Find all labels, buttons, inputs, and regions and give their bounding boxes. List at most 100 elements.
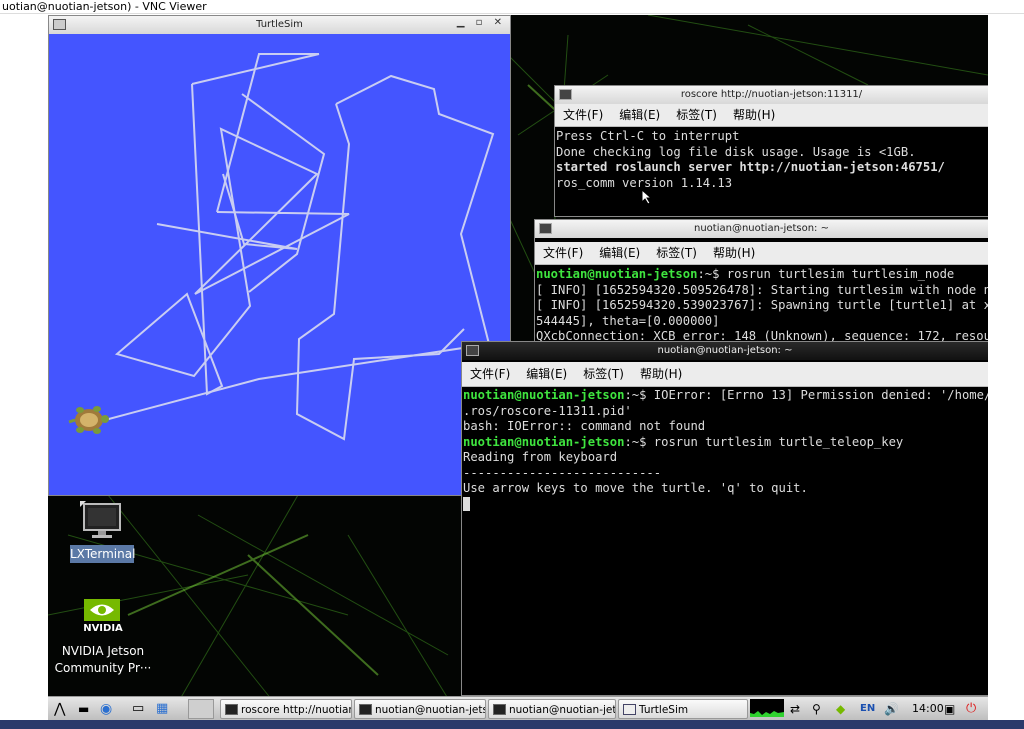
menu-edit[interactable]: 编辑(E)	[526, 367, 567, 381]
desktop-icon-nvidia-jetson[interactable]: NVIDIA NVIDIA Jetson Community Pr···	[48, 597, 158, 679]
roscore-menubar: 文件(F) 编辑(E) 标签(T) 帮助(H)	[555, 104, 988, 127]
desktop: TurtleSim ▁ ▫ ✕ roscore http://nuotian-j…	[48, 15, 988, 720]
window-icon	[623, 704, 636, 715]
window-icon	[53, 19, 66, 30]
terminal-line: 544445], theta=[0.000000]	[536, 313, 720, 328]
turtlesim-window[interactable]: TurtleSim ▁ ▫ ✕	[49, 16, 510, 495]
menu-tabs[interactable]: 标签(T)	[676, 108, 717, 122]
window-title: nuotian@nuotian-jetson: ~	[694, 223, 829, 234]
teleop-terminal-window[interactable]: nuotian@nuotian-jetson: ~ 文件(F) 编辑(E) 标签(T…	[462, 342, 988, 695]
terminal-titlebar[interactable]: nuotian@nuotian-jetson: ~	[462, 342, 988, 360]
workspace-pager[interactable]	[188, 699, 214, 719]
terminal-icon	[493, 704, 506, 715]
text-cursor	[463, 496, 470, 511]
terminal-titlebar[interactable]: nuotian@nuotian-jetson: ~	[535, 220, 988, 238]
terminal-line: started roslaunch server http://nuotian-…	[556, 160, 945, 174]
desktop-switch-icon[interactable]: ▦	[156, 700, 168, 718]
host-taskbar-strip	[0, 720, 1024, 729]
power-icon[interactable]: ⏻	[966, 700, 976, 718]
terminal-line: [ INFO] [1652594320.539023767]: Spawning…	[536, 298, 988, 312]
mouse-pointer-icon	[641, 189, 653, 205]
icon-label: NVIDIA Jetson Community Pr···	[48, 643, 158, 677]
terminal-icon	[539, 223, 552, 234]
prompt-suffix: :~$	[697, 267, 727, 281]
terminal-icon	[225, 704, 238, 715]
terminal-menubar: 文件(F) 编辑(E) 标签(T) 帮助(H)	[462, 362, 988, 387]
roscore-terminal-output[interactable]: Press Ctrl-C to interrupt Done checking l…	[555, 129, 988, 216]
icon-label: LXTerminal	[70, 545, 136, 563]
taskbar-item-terminal-2[interactable]: nuotian@nuotian-jets···	[488, 699, 616, 719]
arrows-icon[interactable]: ⇄	[790, 700, 800, 718]
task-label: TurtleSim	[639, 704, 689, 716]
output-text: IOError: [Errno 13] Permission denied: '…	[653, 388, 988, 402]
desktop-icon-lxterminal[interactable]: LXTerminal	[66, 501, 138, 567]
prompt-user: nuotian@nuotian-jetson	[463, 388, 625, 402]
icon-label-line: NVIDIA Jetson	[61, 644, 145, 658]
terminal-line: [ INFO] [1652594320.509526478]: Starting…	[536, 282, 988, 297]
terminal-line: nuotian@nuotian-jetson:~$ rosrun turtles…	[536, 267, 988, 283]
terminal-line: nuotian@nuotian-jetson:~$ IOError: [Errn…	[463, 388, 988, 404]
menu-help[interactable]: 帮助(H)	[640, 367, 682, 381]
start-menu-icon[interactable]: ⋀	[54, 700, 65, 718]
browser-icon[interactable]: ◉	[100, 700, 112, 718]
nvidia-logo-icon	[84, 599, 120, 621]
prompt-suffix: :~$	[624, 388, 654, 402]
menu-help[interactable]: 帮助(H)	[713, 246, 755, 260]
terminal-line	[463, 496, 988, 514]
window-title: roscore http://nuotian-jetson:11311/	[680, 89, 863, 100]
terminal-line: Reading from keyboard	[463, 450, 618, 464]
terminal-icon	[359, 704, 372, 715]
menu-tabs[interactable]: 标签(T)	[583, 367, 624, 381]
prompt-suffix: :~$	[624, 434, 654, 449]
vnc-title-bar: uotian@nuotian-jetson) - VNC Viewer	[0, 0, 1024, 14]
icon-label-line: Community Pr···	[54, 661, 152, 675]
turtlesim-node-terminal-window[interactable]: nuotian@nuotian-jetson: ~ 文件(F) 编辑(E) 标签(T…	[535, 220, 988, 360]
menu-file[interactable]: 文件(F)	[563, 108, 603, 122]
menu-edit[interactable]: 编辑(E)	[599, 246, 640, 260]
roscore-terminal-window[interactable]: roscore http://nuotian-jetson:11311/ 文件(…	[555, 86, 988, 216]
terminal-icon	[559, 89, 572, 100]
terminal-line: Done checking log file disk usage. Usage…	[556, 144, 916, 159]
window-title: nuotian@nuotian-jetson: ~	[657, 345, 793, 356]
cpu-monitor-icon	[750, 699, 784, 717]
menu-file[interactable]: 文件(F)	[543, 246, 583, 260]
usb-icon[interactable]: ⚲	[812, 700, 821, 718]
menu-help[interactable]: 帮助(H)	[733, 108, 775, 122]
terminal-line: nuotian@nuotian-jetson:~$ rosrun turtles…	[463, 435, 988, 451]
terminal-line: Press Ctrl-C to interrupt	[556, 129, 740, 143]
volume-icon[interactable]: 🔊	[884, 700, 899, 718]
terminal-line: .ros/roscore-11311.pid'	[463, 403, 632, 418]
screen-lock-icon[interactable]: ▣	[944, 700, 955, 718]
menu-edit[interactable]: 编辑(E)	[619, 108, 660, 122]
task-label: roscore http://nuotian···	[241, 704, 351, 716]
turtlesim-titlebar[interactable]: TurtleSim ▁ ▫ ✕	[49, 16, 510, 34]
terminal-line: bash: IOError:: command not found	[463, 419, 706, 433]
nvidia-tray-icon[interactable]: ◆	[836, 700, 845, 718]
nvidia-logo-text: NVIDIA	[83, 623, 123, 634]
task-label: nuotian@nuotian-jets···	[375, 704, 486, 716]
taskbar-item-turtlesim[interactable]: TurtleSim	[618, 699, 748, 719]
task-label: nuotian@nuotian-jets···	[509, 704, 615, 716]
monitor-icon	[80, 501, 121, 538]
terminal-icon	[466, 345, 479, 356]
command-text: rosrun turtlesim turtlesim_node	[726, 267, 955, 281]
terminal-output[interactable]: nuotian@nuotian-jetson:~$ IOError: [Errn…	[462, 388, 988, 695]
prompt-user: nuotian@nuotian-jetson	[536, 267, 698, 281]
taskbar-item-terminal-1[interactable]: nuotian@nuotian-jets···	[354, 699, 486, 719]
taskbar: ⋀ ▬ ◉ ▭ ▦ roscore http://nuotian··· nuot…	[48, 696, 988, 721]
files-icon[interactable]: ▭	[132, 700, 144, 718]
terminal-launcher-icon[interactable]: ▬	[78, 700, 89, 718]
keyboard-layout-indicator[interactable]: EN	[860, 700, 875, 718]
window-controls[interactable]: ▁ ▫ ✕	[457, 17, 506, 28]
terminal-menubar: 文件(F) 编辑(E) 标签(T) 帮助(H)	[535, 242, 988, 265]
clock[interactable]: 14:00	[912, 700, 944, 718]
terminal-line: Use arrow keys to move the turtle. 'q' t…	[463, 481, 808, 495]
menu-tabs[interactable]: 标签(T)	[656, 246, 697, 260]
turtlesim-canvas	[49, 34, 510, 495]
menu-file[interactable]: 文件(F)	[470, 367, 510, 381]
prompt-user: nuotian@nuotian-jetson	[463, 434, 625, 449]
terminal-line: ---------------------------	[463, 465, 662, 480]
command-text: rosrun turtlesim turtle_teleop_key	[653, 434, 904, 449]
roscore-titlebar[interactable]: roscore http://nuotian-jetson:11311/	[555, 86, 988, 104]
taskbar-item-roscore[interactable]: roscore http://nuotian···	[220, 699, 352, 719]
